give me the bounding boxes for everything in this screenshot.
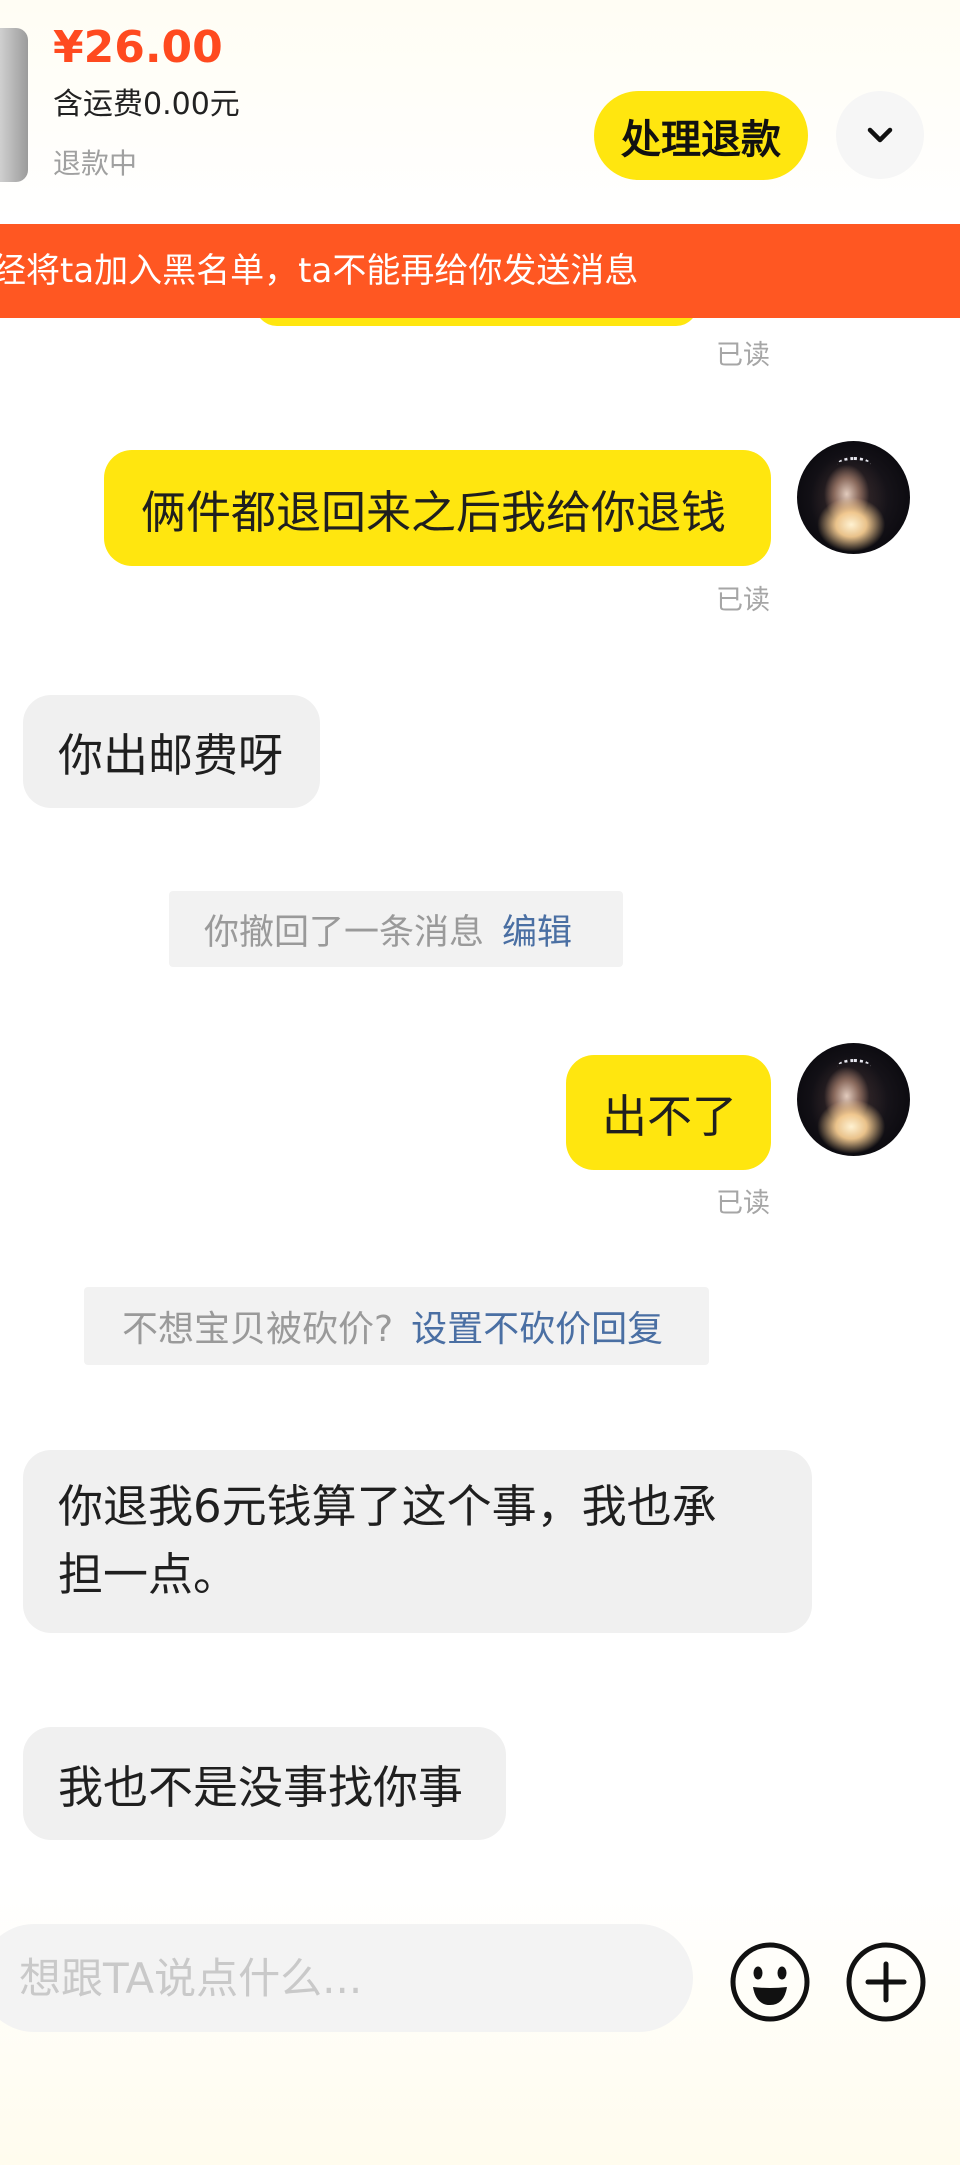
incoming-message[interactable]: 你退我6元钱算了这个事，我也承担一点。 — [23, 1450, 812, 1633]
read-receipt: 已读 — [716, 1188, 770, 1219]
message-text: 出不了 — [602, 1090, 738, 1143]
notice-text: 不想宝贝被砍价? — [122, 1309, 394, 1350]
order-status: 退款中 — [53, 147, 138, 180]
plus-circle-icon — [846, 1942, 926, 2022]
chat-screen: ¥26.00 含运费0.00元 退款中 处理退款 经将ta加入黑名单，ta不能再… — [0, 0, 960, 2165]
product-price: ¥26.00 — [53, 22, 223, 73]
handle-refund-button[interactable]: 处理退款 — [594, 91, 808, 180]
chevron-down-icon — [867, 127, 893, 143]
message-text: 你出邮费呀 — [58, 729, 284, 782]
incoming-message[interactable]: 你出邮费呀 — [23, 695, 320, 808]
add-button[interactable] — [845, 1941, 927, 2023]
blacklist-banner: 经将ta加入黑名单，ta不能再给你发送消息 — [0, 224, 960, 318]
avatar-tiara — [837, 457, 871, 472]
blacklist-banner-text: 经将ta加入黑名单，ta不能再给你发送消息 — [0, 251, 639, 291]
outgoing-message[interactable]: 出不了 — [566, 1055, 771, 1170]
read-receipt: 已读 — [716, 585, 770, 616]
message-text: 我也不是没事找你事 — [58, 1761, 464, 1814]
edit-link[interactable]: 编辑 — [502, 904, 572, 955]
bargain-notice: 不想宝贝被砍价? 设置不砍价回复 — [84, 1287, 709, 1365]
message-input[interactable] — [19, 1924, 659, 2032]
recall-notice: 你撤回了一条消息 编辑 — [169, 891, 623, 967]
message-text: 俩件都退回来之后我给你退钱 — [141, 485, 727, 539]
message-text: 你退我6元钱算了这个事，我也承担一点。 — [58, 1480, 717, 1601]
expand-button[interactable] — [836, 91, 924, 179]
message-composer — [0, 1924, 693, 2032]
incoming-message[interactable]: 我也不是没事找你事 — [23, 1727, 506, 1840]
product-thumbnail[interactable] — [0, 28, 28, 182]
avatar[interactable] — [797, 1043, 910, 1156]
notice-text: 你撤回了一条消息 — [204, 912, 485, 953]
avatar-tiara — [837, 1059, 871, 1074]
shipping-note: 含运费0.00元 — [53, 87, 240, 122]
smiley-icon — [730, 1942, 810, 2022]
no-bargain-reply-link[interactable]: 设置不砍价回复 — [411, 1300, 663, 1352]
avatar[interactable] — [797, 441, 910, 554]
outgoing-message[interactable]: 俩件都退回来之后我给你退钱 — [104, 450, 771, 566]
emoji-button[interactable] — [729, 1941, 811, 2023]
read-receipt: 已读 — [716, 340, 770, 371]
